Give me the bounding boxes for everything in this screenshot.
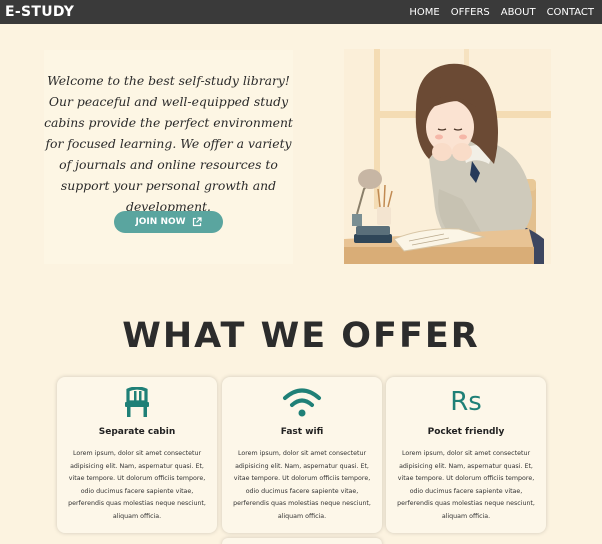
brand-logo[interactable]: E-STUDY [5,4,74,20]
offer-card-partial [222,538,382,544]
what-we-offer-title: WHAT WE OFFER [122,316,480,356]
nav-link-home[interactable]: HOME [409,7,439,18]
nav-link-offers[interactable]: OFFERS [451,7,490,18]
card-title-pocket-friendly: Pocket friendly [427,427,505,437]
hero-illustration [344,49,551,264]
card-description: Lorem ipsum, dolor sit amet consectetur … [233,450,371,520]
offer-card-pocket-friendly: Rs Pocket friendly Lorem ipsum, dolor si… [386,377,546,533]
nav-link-about[interactable]: ABOUT [501,7,536,18]
rupee-icon: Rs [450,387,482,417]
card-title-fast-wifi: Fast wifi [280,427,324,437]
hero-text-box: Welcome to the best self-study library! … [44,50,293,264]
hero-welcome-text: Welcome to the best self-study library! … [44,73,293,214]
nav-link-contact[interactable]: CONTACT [547,7,594,18]
nav-links: HOME OFFERS ABOUT CONTACT [409,7,594,18]
card-title-separate-cabin: Separate cabin [98,427,176,437]
card-description: Lorem ipsum, dolor sit amet consectetur … [68,450,206,520]
join-now-button[interactable]: JOIN NOW [114,211,223,233]
external-link-icon [192,217,202,227]
studying-girl-illustration [344,49,551,264]
join-now-label: JOIN NOW [135,217,186,227]
offer-card-fast-wifi: Fast wifi Lorem ipsum, dolor sit amet co… [222,377,382,533]
offer-card-separate-cabin: Separate cabin Lorem ipsum, dolor sit am… [57,377,217,533]
wifi-icon [222,385,382,419]
navbar: E-STUDY HOME OFFERS ABOUT CONTACT [0,0,602,24]
card-description: Lorem ipsum, dolor sit amet consectetur … [397,450,535,520]
chair-icon [57,385,217,419]
